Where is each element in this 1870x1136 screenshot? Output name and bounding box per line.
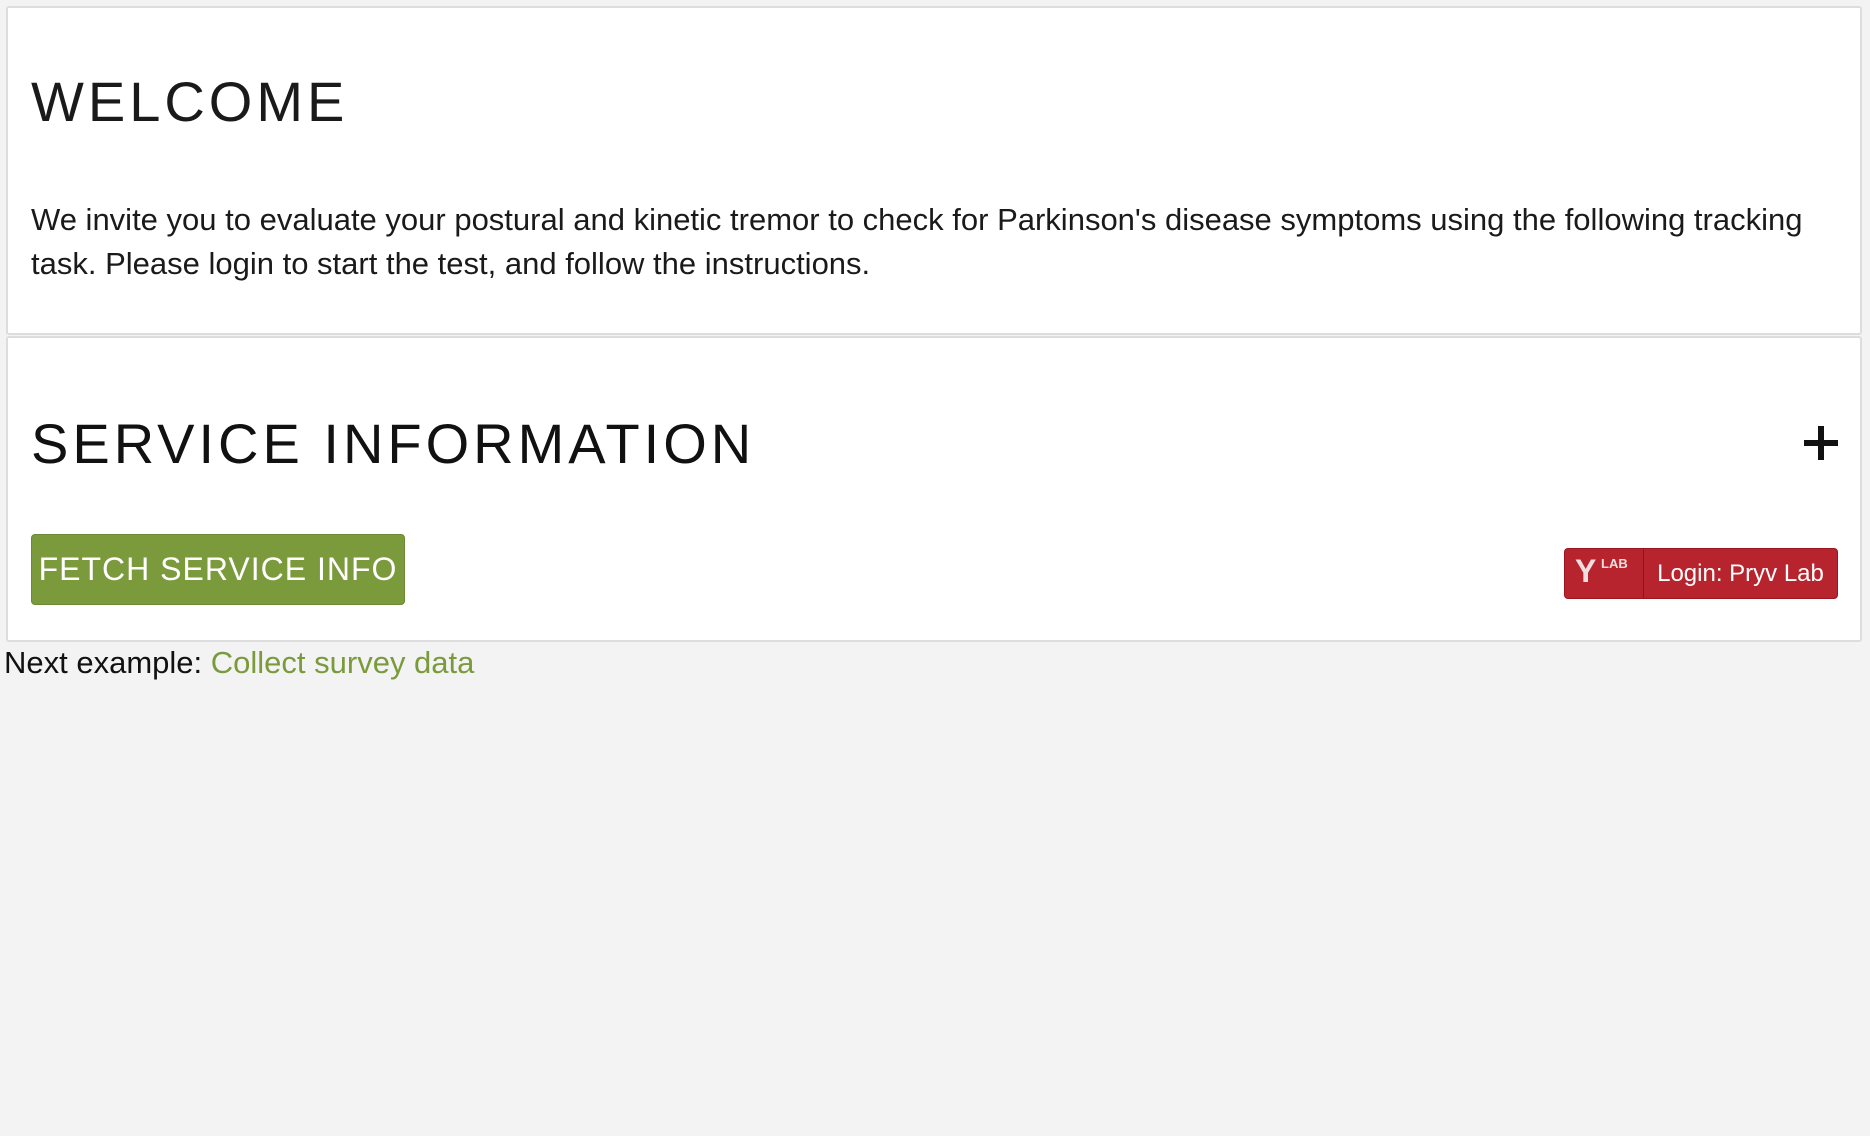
pryv-logo-letter: Y xyxy=(1575,553,1597,589)
login-pryv-lab-button[interactable]: Y LAB Login: Pryv Lab xyxy=(1564,548,1838,599)
next-example-prefix: Next example: xyxy=(4,645,203,680)
welcome-panel: WELCOME We invite you to evaluate your p… xyxy=(6,6,1862,335)
pryv-lab-logo: Y LAB xyxy=(1565,549,1644,598)
pryv-logo-lab-text: LAB xyxy=(1601,556,1628,571)
login-button-label: Login: Pryv Lab xyxy=(1657,559,1824,587)
service-information-title: SERVICE INFORMATION xyxy=(31,412,756,475)
next-example: Next example: Collect survey data xyxy=(4,643,474,683)
welcome-title: WELCOME xyxy=(31,70,349,133)
welcome-text: We invite you to evaluate your postural … xyxy=(31,202,1803,281)
plus-icon[interactable] xyxy=(1804,426,1838,460)
service-information-panel: SERVICE INFORMATION FETCH SERVICE INFO Y… xyxy=(6,336,1862,642)
page: WELCOME We invite you to evaluate your p… xyxy=(0,0,1870,1136)
fetch-service-info-button[interactable]: FETCH SERVICE INFO xyxy=(31,534,405,605)
next-example-link[interactable]: Collect survey data xyxy=(211,645,475,680)
